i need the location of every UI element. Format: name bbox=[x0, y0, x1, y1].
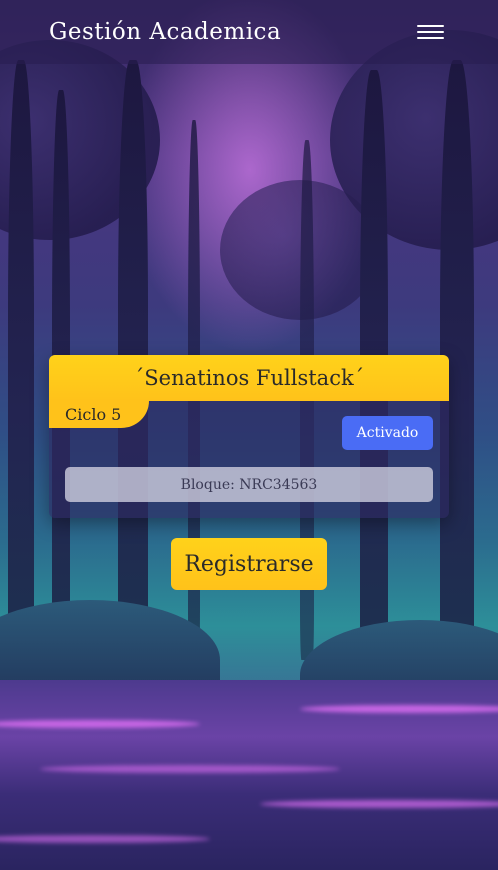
hamburger-menu-icon[interactable] bbox=[417, 25, 444, 39]
course-card: ´Senatinos Fullstack´ Ciclo 5 Activado B… bbox=[49, 355, 449, 518]
menu-line bbox=[417, 37, 444, 39]
cycle-label: Ciclo 5 bbox=[49, 401, 149, 428]
water-glow bbox=[40, 765, 340, 773]
menu-line bbox=[417, 25, 444, 27]
status-badge[interactable]: Activado bbox=[342, 416, 433, 450]
menu-line bbox=[417, 31, 444, 33]
block-field: Bloque: NRC34563 bbox=[65, 467, 433, 502]
page: Gestión Academica ´Senatinos Fullstack´ … bbox=[0, 0, 498, 870]
register-button[interactable]: Registrarse bbox=[171, 538, 327, 590]
top-navbar: Gestión Academica bbox=[0, 0, 498, 64]
tree-trunk bbox=[8, 60, 34, 700]
brand-title[interactable]: Gestión Academica bbox=[49, 19, 281, 45]
card-title: ´Senatinos Fullstack´ bbox=[49, 355, 449, 401]
